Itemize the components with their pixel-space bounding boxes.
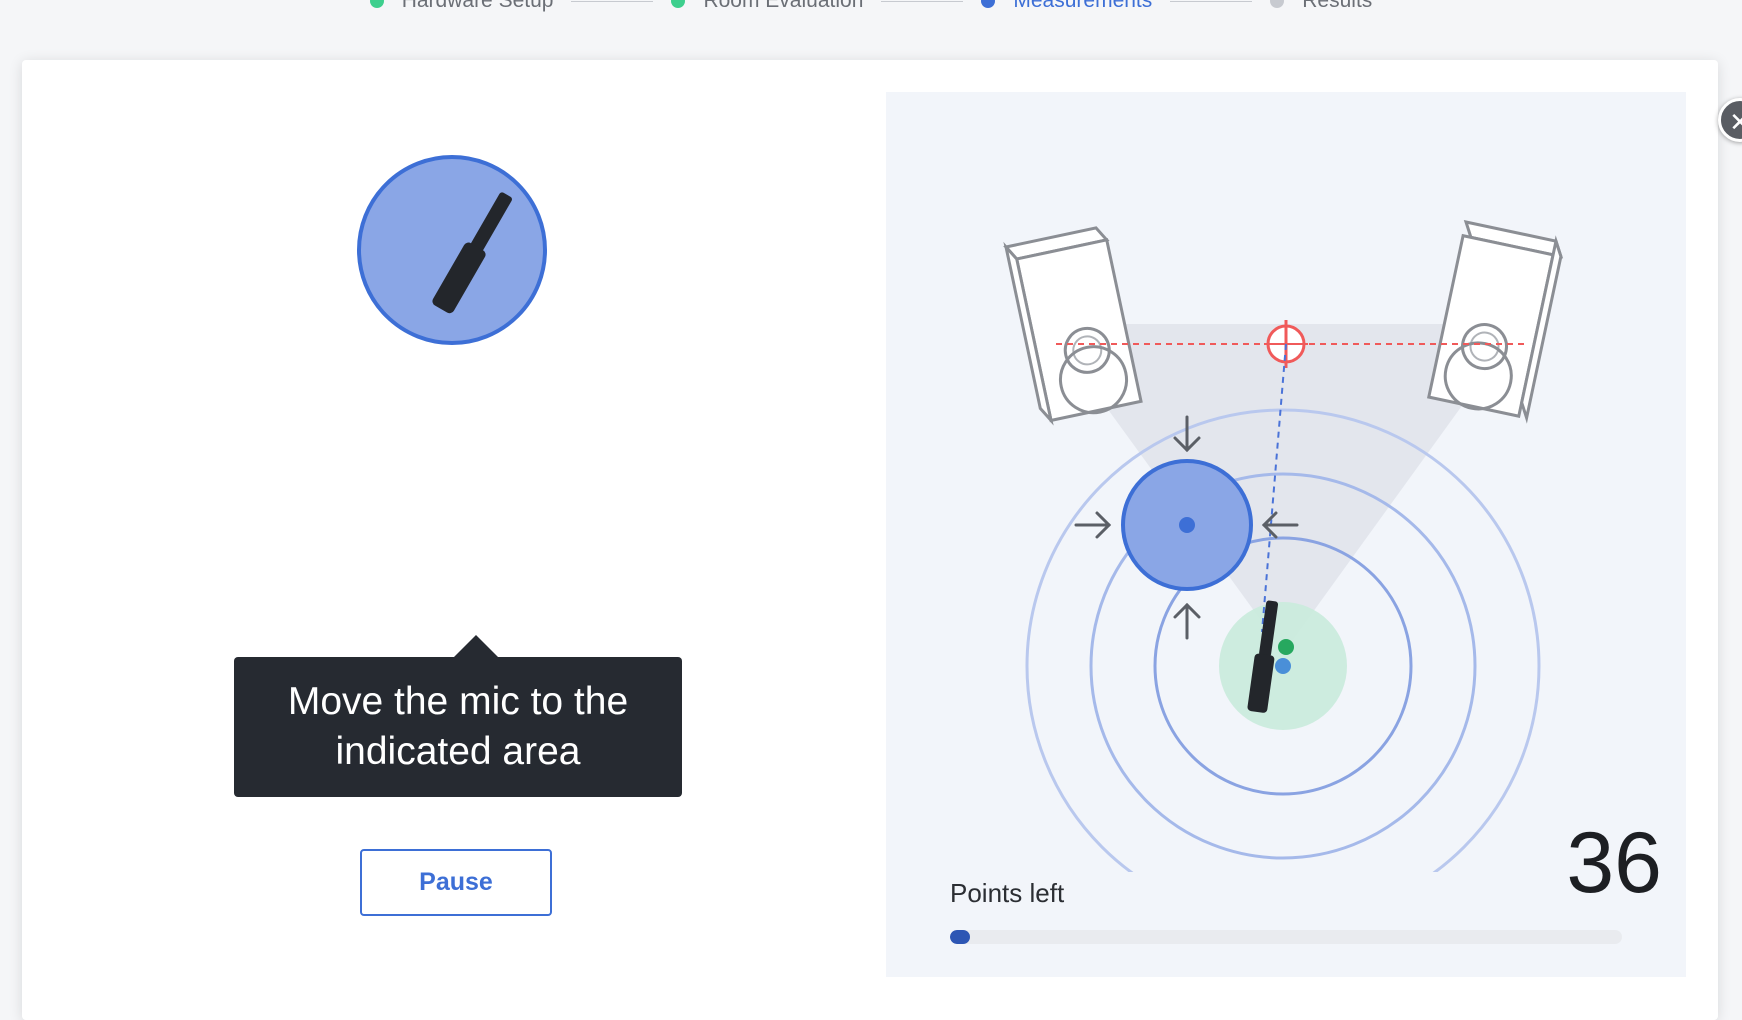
measurement-progress-fill <box>950 930 971 944</box>
arrow-up-icon <box>1173 602 1201 640</box>
step-label: Measurements <box>1013 0 1153 12</box>
step-complete-dot-icon <box>671 0 686 8</box>
step-connector <box>1170 0 1253 2</box>
step-active-dot-icon <box>981 0 996 8</box>
progress-stepper: Hardware Setup Room Evaluation Measureme… <box>0 0 1742 16</box>
close-icon[interactable]: ✕ <box>1718 98 1742 142</box>
instruction-tooltip: Move the mic to the indicated area <box>234 657 682 797</box>
measurement-modal: ✕ Move the mic to the indicated area Pau… <box>22 60 1742 1020</box>
room-map-panel: Points left 36 <box>886 92 1686 977</box>
right-speaker-icon <box>1427 219 1564 424</box>
step-results: Results <box>1270 0 1372 13</box>
tooltip-arrow <box>454 635 498 657</box>
mic-position-dot <box>1275 658 1291 674</box>
step-pending-dot-icon <box>1270 0 1285 8</box>
arrow-right-icon <box>1074 511 1112 539</box>
step-label: Results <box>1302 0 1373 12</box>
step-connector <box>571 0 654 2</box>
points-left-count: 36 <box>1566 815 1662 911</box>
current-position-dot <box>1278 639 1294 655</box>
target-area-icon <box>357 155 547 345</box>
step-measurements: Measurements <box>981 0 1152 13</box>
step-label: Room Evaluation <box>703 0 864 12</box>
step-room-evaluation: Room Evaluation <box>671 0 863 13</box>
pause-button[interactable]: Pause <box>360 849 552 916</box>
mic-target-illustration <box>357 155 547 345</box>
left-speaker-icon <box>1003 226 1143 426</box>
room-map <box>1003 219 1564 872</box>
step-complete-dot-icon <box>369 0 384 8</box>
step-connector <box>881 0 964 2</box>
instruction-panel: Move the mic to the indicated area Pause <box>22 60 886 994</box>
points-left-label: Points left <box>950 878 1065 908</box>
step-hardware-setup: Hardware Setup <box>369 0 554 13</box>
measurement-progress-bar <box>950 930 1622 944</box>
step-label: Hardware Setup <box>401 0 554 12</box>
target-center-dot <box>1179 517 1195 533</box>
